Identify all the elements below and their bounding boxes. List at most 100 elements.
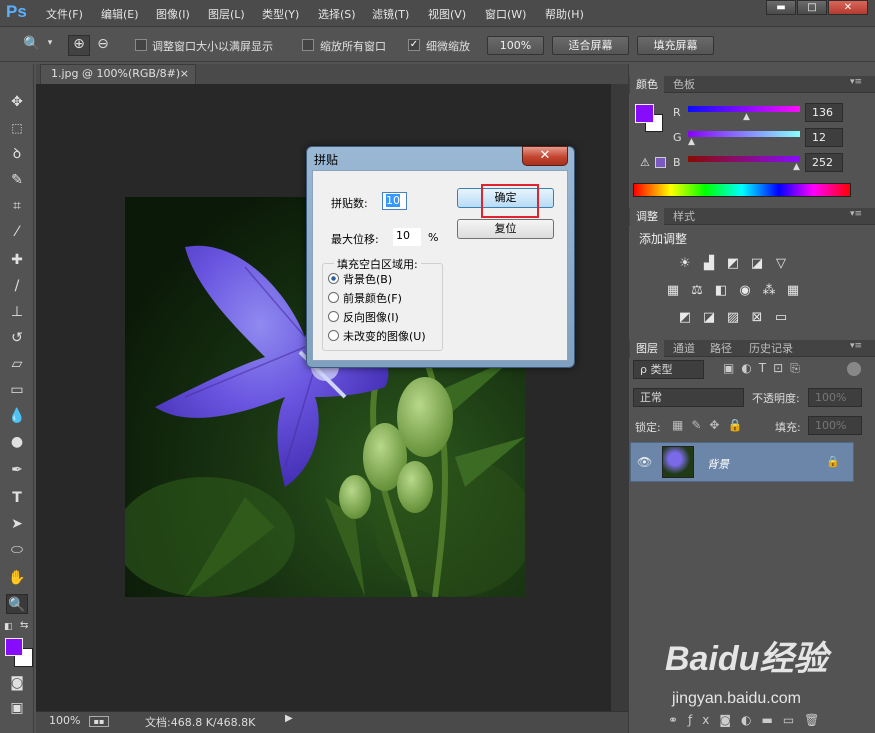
offset-input[interactable]: 10 (393, 228, 421, 246)
maximize-button[interactable]: □ (797, 0, 827, 15)
vertical-scrollbar[interactable] (611, 84, 628, 711)
radio-inverse-image[interactable] (328, 311, 339, 322)
hue-saturation-icon[interactable]: ▦ (665, 283, 681, 298)
filter-toggle-icon[interactable] (847, 362, 861, 376)
photo-filter-icon[interactable]: ◉ (737, 283, 753, 298)
path-select-tool-icon[interactable]: ➤ (6, 514, 28, 534)
layer-filter-select[interactable]: ρ 类型 (633, 360, 704, 379)
brush-tool-icon[interactable]: / (6, 276, 28, 296)
channel-b-value[interactable]: 252 (805, 153, 843, 172)
curves-icon[interactable]: ◩ (725, 256, 741, 271)
radio-background-color[interactable] (328, 273, 339, 284)
menu-layer[interactable]: 图层(L) (208, 6, 245, 22)
document-tab[interactable]: 1.jpg @ 100%(RGB/8#) × (40, 64, 196, 84)
healing-brush-tool-icon[interactable]: ✚ (6, 250, 28, 270)
gradient-map-icon[interactable]: ▭ (773, 310, 789, 325)
posterize-icon[interactable]: ◪ (701, 310, 717, 325)
layer-name[interactable]: 背景 (707, 456, 729, 472)
channel-b-thumb[interactable]: ▲ (793, 162, 800, 172)
resize-windows-checkbox[interactable] (135, 39, 147, 51)
option-foreground-color[interactable]: 前景颜色(F) (343, 290, 402, 306)
color-balance-icon[interactable]: ⚖ (689, 283, 705, 298)
layer-filter-icons[interactable]: ▣◐T⊡⎘ (723, 361, 807, 376)
pen-tool-icon[interactable]: ✒ (6, 460, 28, 480)
tab-swatches[interactable]: 色板 (667, 76, 701, 93)
color-spectrum-bar[interactable] (633, 183, 851, 197)
channel-g-thumb[interactable]: ▲ (688, 137, 695, 147)
zoom-tool-active-icon[interactable]: 🔍 (6, 594, 28, 614)
quick-mask-icon[interactable]: ◙ (6, 673, 28, 693)
lasso-tool-icon[interactable]: ꝺ (6, 144, 28, 164)
tab-layers[interactable]: 图层 (630, 340, 664, 357)
menu-select[interactable]: 选择(S) (318, 6, 356, 22)
marquee-tool-icon[interactable]: ⬚ (6, 118, 28, 138)
minimize-button[interactable]: ▬ (766, 0, 796, 15)
brightness-icon[interactable]: ☀ (677, 256, 693, 271)
status-zoom[interactable]: 100% (49, 714, 80, 727)
option-background-color[interactable]: 背景色(B) (343, 271, 392, 287)
dialog-close-button[interactable]: ✕ (522, 146, 568, 166)
eraser-tool-icon[interactable]: ▱ (6, 354, 28, 374)
threshold-icon[interactable]: ▨ (725, 310, 741, 325)
option-unaltered-image[interactable]: 未改变的图像(U) (343, 328, 426, 344)
menu-file[interactable]: 文件(F) (46, 6, 83, 22)
layers-panel-menu-icon[interactable]: ▾≡ (850, 341, 862, 351)
close-tab-icon[interactable]: × (180, 65, 189, 83)
visibility-eye-icon[interactable]: 👁 (637, 455, 652, 469)
swap-colors-icon[interactable]: ⇆ (20, 620, 28, 631)
channel-mixer-icon[interactable]: ⁂ (761, 283, 777, 298)
clone-stamp-tool-icon[interactable]: ⊥ (6, 302, 28, 322)
foreground-color-swatch[interactable] (5, 638, 23, 656)
blur-tool-icon[interactable]: 💧 (6, 406, 28, 426)
layer-thumbnail[interactable] (662, 446, 694, 478)
screen-mode-icon[interactable]: ▣ (6, 698, 28, 718)
layers-footer-icons[interactable]: ⚭ƒx◙◐▬▭🗑 (668, 713, 829, 727)
adjust-panel-menu-icon[interactable]: ▾≡ (850, 209, 862, 219)
opacity-value[interactable]: 100% (808, 388, 862, 407)
default-colors-icon[interactable]: ◧ (4, 622, 13, 632)
hand-tool-icon[interactable]: ✋ (6, 568, 28, 588)
menu-image[interactable]: 图像(I) (156, 6, 190, 22)
zoom-out-icon[interactable]: ⊖ (93, 36, 113, 52)
black-white-icon[interactable]: ◧ (713, 283, 729, 298)
fit-screen-button[interactable]: 适合屏幕 (552, 36, 629, 55)
fill-value[interactable]: 100% (808, 416, 862, 435)
type-tool-icon[interactable]: T (6, 488, 28, 508)
scrubby-zoom-checkbox[interactable]: ✓ (408, 39, 420, 51)
menu-view[interactable]: 视图(V) (428, 6, 466, 22)
status-icon[interactable]: ▪▪ (89, 716, 109, 727)
panel-menu-icon[interactable]: ▾≡ (850, 77, 862, 87)
vibrance-icon[interactable]: ▽ (773, 256, 789, 271)
zoom-in-icon[interactable]: ⊕ (68, 35, 90, 56)
channel-g-value[interactable]: 12 (805, 128, 843, 147)
radio-foreground-color[interactable] (328, 292, 339, 303)
menu-window[interactable]: 窗口(W) (485, 6, 526, 22)
tab-color[interactable]: 颜色 (630, 76, 664, 93)
quick-select-tool-icon[interactable]: ✎ (6, 170, 28, 190)
channel-b-slider[interactable] (688, 156, 800, 162)
channel-r-thumb[interactable]: ▲ (743, 112, 750, 122)
exposure-icon[interactable]: ◪ (749, 256, 765, 271)
tiles-input[interactable]: 10 (382, 192, 407, 210)
menu-help[interactable]: 帮助(H) (545, 6, 584, 22)
ellipse-tool-icon[interactable]: ⬭ (6, 540, 28, 560)
close-button[interactable]: ✕ (828, 0, 868, 15)
gradient-tool-icon[interactable]: ▭ (6, 380, 28, 400)
crop-tool-icon[interactable]: ⌗ (6, 196, 28, 216)
dodge-tool-icon[interactable]: ● (6, 432, 28, 452)
move-tool-icon[interactable]: ✥ (6, 92, 28, 112)
eyedropper-tool-icon[interactable]: ⁄ (6, 222, 28, 242)
lock-icons[interactable]: ▦✎✥🔒 (672, 418, 750, 432)
zoom-tool-icon[interactable]: 🔍 (22, 36, 42, 52)
zoom-all-checkbox[interactable] (302, 39, 314, 51)
selective-color-icon[interactable]: ⊠ (749, 310, 765, 325)
tab-channels[interactable]: 通道 (667, 340, 701, 357)
radio-unaltered-image[interactable] (328, 330, 339, 341)
channel-r-value[interactable]: 136 (805, 103, 843, 122)
fill-screen-button[interactable]: 填充屏幕 (637, 36, 714, 55)
levels-icon[interactable]: ▟ (701, 256, 717, 271)
tab-styles[interactable]: 样式 (667, 208, 701, 225)
option-inverse-image[interactable]: 反向图像(I) (343, 309, 399, 325)
channel-g-slider[interactable] (688, 131, 800, 137)
zoom-100-button[interactable]: 100% (487, 36, 544, 55)
